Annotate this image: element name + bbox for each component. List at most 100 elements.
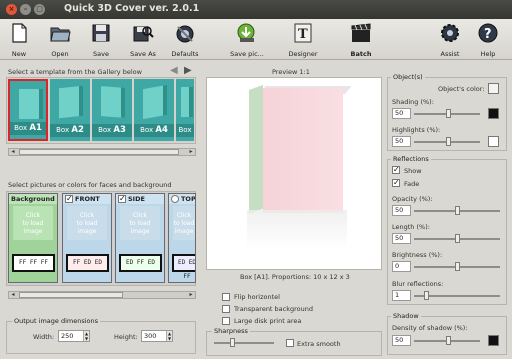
scroll-left-icon[interactable]: ◂ <box>9 291 17 299</box>
template-box-a5-partial[interactable]: Box <box>176 79 194 141</box>
face-top[interactable]: TOP Click to load image ED ED FF <box>168 193 196 283</box>
object-color-swatch[interactable] <box>488 83 499 94</box>
width-input[interactable]: 250 ▲ ▼ <box>58 330 90 342</box>
height-spin-arrows-icon[interactable]: ▲ ▼ <box>166 331 172 341</box>
face-front-checkbox[interactable] <box>65 194 73 203</box>
color-swatch[interactable]: FF FF FF <box>12 254 55 272</box>
load-image-area[interactable]: Click to load image <box>13 206 53 240</box>
designer-text-icon: T <box>294 23 312 43</box>
highlights-slider-knob[interactable] <box>446 137 451 146</box>
shading-label: Shading (%): <box>392 98 434 106</box>
faces-scrollbar[interactable]: ◂ ▸ <box>8 291 196 299</box>
face-front[interactable]: FRONT Click to load image FF ED ED <box>62 193 112 283</box>
shadow-density-label: Density of shadow (%): <box>392 324 468 332</box>
opacity-slider[interactable] <box>414 206 500 215</box>
brightness-input[interactable]: 0 <box>392 261 411 272</box>
template-name: Box A4 <box>134 124 174 137</box>
highlights-input[interactable]: 50 <box>392 136 411 147</box>
close-icon[interactable]: × <box>6 4 17 15</box>
reflection-show-checkbox[interactable] <box>392 165 400 174</box>
open-label: Open <box>51 50 69 58</box>
color-swatch[interactable]: FF ED ED <box>66 254 109 272</box>
reflection-show-label: Show <box>404 167 422 175</box>
scroll-right-icon[interactable]: ▸ <box>187 291 195 299</box>
shading-input[interactable]: 50 <box>392 108 411 119</box>
batch-clapper-icon <box>351 23 371 42</box>
assist-label: Assist <box>440 50 460 58</box>
transparent-background-label: Transparent background <box>234 305 313 313</box>
preview-caption: Box [A1]. Proportions: 10 x 12 x 3 <box>240 273 350 281</box>
save-pic-button[interactable]: Save pic... <box>226 21 268 59</box>
flip-horizontal-checkbox[interactable] <box>222 293 230 301</box>
width-value: 250 <box>61 332 74 340</box>
maximize-icon[interactable]: □ <box>34 4 45 15</box>
length-slider-knob[interactable] <box>455 234 460 243</box>
gallery-scrollbar[interactable]: ◂ ▸ <box>8 148 196 156</box>
brightness-slider[interactable] <box>414 262 500 271</box>
face-side-checkbox[interactable] <box>118 194 126 203</box>
minimize-icon[interactable]: – <box>20 4 31 15</box>
extra-smooth-checkbox[interactable] <box>286 339 294 347</box>
template-box-a3[interactable]: Box A3 <box>92 79 132 141</box>
face-background[interactable]: Background Click to load image FF FF FF <box>8 193 58 283</box>
opacity-slider-knob[interactable] <box>455 206 460 215</box>
large-disk-print-checkbox[interactable] <box>222 317 230 325</box>
batch-button[interactable]: Batch <box>345 21 377 59</box>
scroll-left-icon[interactable]: ◂ <box>9 148 17 156</box>
box-side-face <box>249 84 263 214</box>
load-image-area[interactable]: Click to load image <box>67 206 107 240</box>
color-swatch[interactable]: ED ED FF <box>172 254 195 280</box>
save-as-label: Save As <box>130 50 156 58</box>
assist-button[interactable]: Assist <box>435 21 465 59</box>
blur-slider[interactable] <box>414 291 500 300</box>
sharpness-slider[interactable] <box>214 338 274 347</box>
blur-input[interactable]: 1 <box>392 290 411 301</box>
height-label: Height: <box>114 333 138 341</box>
faces-scroll-thumb[interactable] <box>19 292 123 298</box>
brightness-slider-knob[interactable] <box>455 262 460 271</box>
save-button[interactable]: Save <box>84 21 118 59</box>
template-name: Box A3 <box>92 124 132 137</box>
height-input[interactable]: 300 ▲ ▼ <box>141 330 173 342</box>
defaults-button[interactable]: Defaults <box>166 21 204 59</box>
highlights-label: Highlights (%): <box>392 126 441 134</box>
scroll-right-icon[interactable]: ▸ <box>187 148 195 156</box>
reflections-title: Reflections <box>391 155 431 163</box>
new-button[interactable]: New <box>4 21 34 59</box>
shadow-density-slider[interactable] <box>414 336 480 345</box>
preview-canvas <box>206 77 382 270</box>
width-spin-arrows-icon[interactable]: ▲ ▼ <box>83 331 89 341</box>
floppy-disk-icon <box>92 24 110 42</box>
color-swatch[interactable]: ED FF ED <box>119 254 162 272</box>
gallery-scroll-thumb[interactable] <box>19 149 179 155</box>
template-box-a2[interactable]: Box A2 <box>50 79 90 141</box>
shadow-density-slider-knob[interactable] <box>446 336 451 345</box>
template-box-a4[interactable]: Box A4 <box>134 79 174 141</box>
shadow-density-input[interactable]: 50 <box>392 335 411 346</box>
gallery-next-arrow-icon[interactable]: ▶ <box>184 65 192 76</box>
opacity-input[interactable]: 50 <box>392 205 411 216</box>
face-top-checkbox[interactable] <box>171 195 179 203</box>
length-input[interactable]: 50 <box>392 233 411 244</box>
shading-color-swatch[interactable] <box>488 108 499 119</box>
highlights-color-swatch[interactable] <box>488 136 499 147</box>
shadow-color-swatch[interactable] <box>488 335 499 346</box>
reflection-fade-checkbox[interactable] <box>392 178 400 187</box>
gallery-prev-arrow-icon[interactable]: ◀ <box>170 65 178 76</box>
sharpness-slider-knob[interactable] <box>230 338 235 347</box>
transparent-background-checkbox[interactable] <box>222 305 230 313</box>
shading-slider-knob[interactable] <box>446 109 451 118</box>
title-bar: × – □ Quick 3D Cover ver. 2.0.1 <box>0 0 512 19</box>
face-side[interactable]: SIDE Click to load image ED FF ED <box>115 193 165 283</box>
open-button[interactable]: Open <box>43 21 77 59</box>
load-image-area[interactable]: Click to load image <box>173 206 195 240</box>
load-image-area[interactable]: Click to load image <box>120 206 160 240</box>
template-box-a1[interactable]: Box A1 <box>8 79 48 141</box>
shading-slider[interactable] <box>414 109 480 118</box>
highlights-slider[interactable] <box>414 137 480 146</box>
save-as-button[interactable]: Save As <box>125 21 161 59</box>
designer-button[interactable]: T Designer <box>284 21 322 59</box>
length-slider[interactable] <box>414 234 500 243</box>
help-button[interactable]: ? Help <box>474 21 502 59</box>
blur-slider-knob[interactable] <box>424 291 429 300</box>
